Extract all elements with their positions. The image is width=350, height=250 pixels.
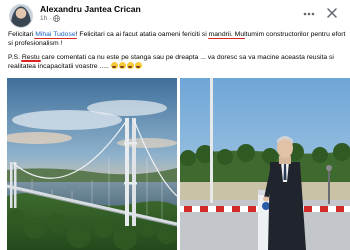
author-avatar[interactable]	[9, 4, 33, 28]
bridge-photo-art	[7, 78, 177, 250]
speaker-photo[interactable]	[180, 78, 350, 250]
close-button[interactable]	[325, 6, 339, 20]
speaker-photo-art	[180, 78, 350, 250]
more-options-icon	[303, 12, 315, 16]
post-paragraph-1: Felicitari Mihai Tudose! Felicitari ca a…	[8, 31, 346, 48]
post-paragraph-2: P.S. Restu care comentati ca nu este pe …	[8, 53, 334, 71]
emoji-row	[110, 62, 142, 70]
post-header: Alexandru Jantea Crican 1h ·	[0, 0, 350, 30]
bridge-photo[interactable]	[7, 78, 177, 250]
author-name[interactable]: Alexandru Jantea Crican	[40, 4, 141, 14]
rofl-emoji	[118, 62, 126, 70]
underlined-word: mandrii	[208, 31, 231, 38]
facebook-post-card: Alexandru Jantea Crican 1h · Felicitari …	[0, 0, 350, 250]
more-options-button[interactable]	[302, 7, 316, 21]
post-time[interactable]: 1h	[40, 15, 47, 22]
post-body: Felicitari Mihai Tudose! Felicitari ca a…	[8, 30, 346, 72]
underlined-word-restu: Restu	[21, 53, 40, 61]
post-photos	[0, 78, 350, 250]
globe-icon	[53, 15, 61, 22]
rofl-emoji	[134, 62, 142, 70]
rofl-emoji	[126, 62, 134, 70]
post-meta: 1h ·	[40, 15, 61, 22]
close-icon	[327, 8, 337, 18]
rofl-emoji	[110, 62, 118, 70]
mention-link[interactable]: Mihai Tudose	[35, 31, 75, 38]
